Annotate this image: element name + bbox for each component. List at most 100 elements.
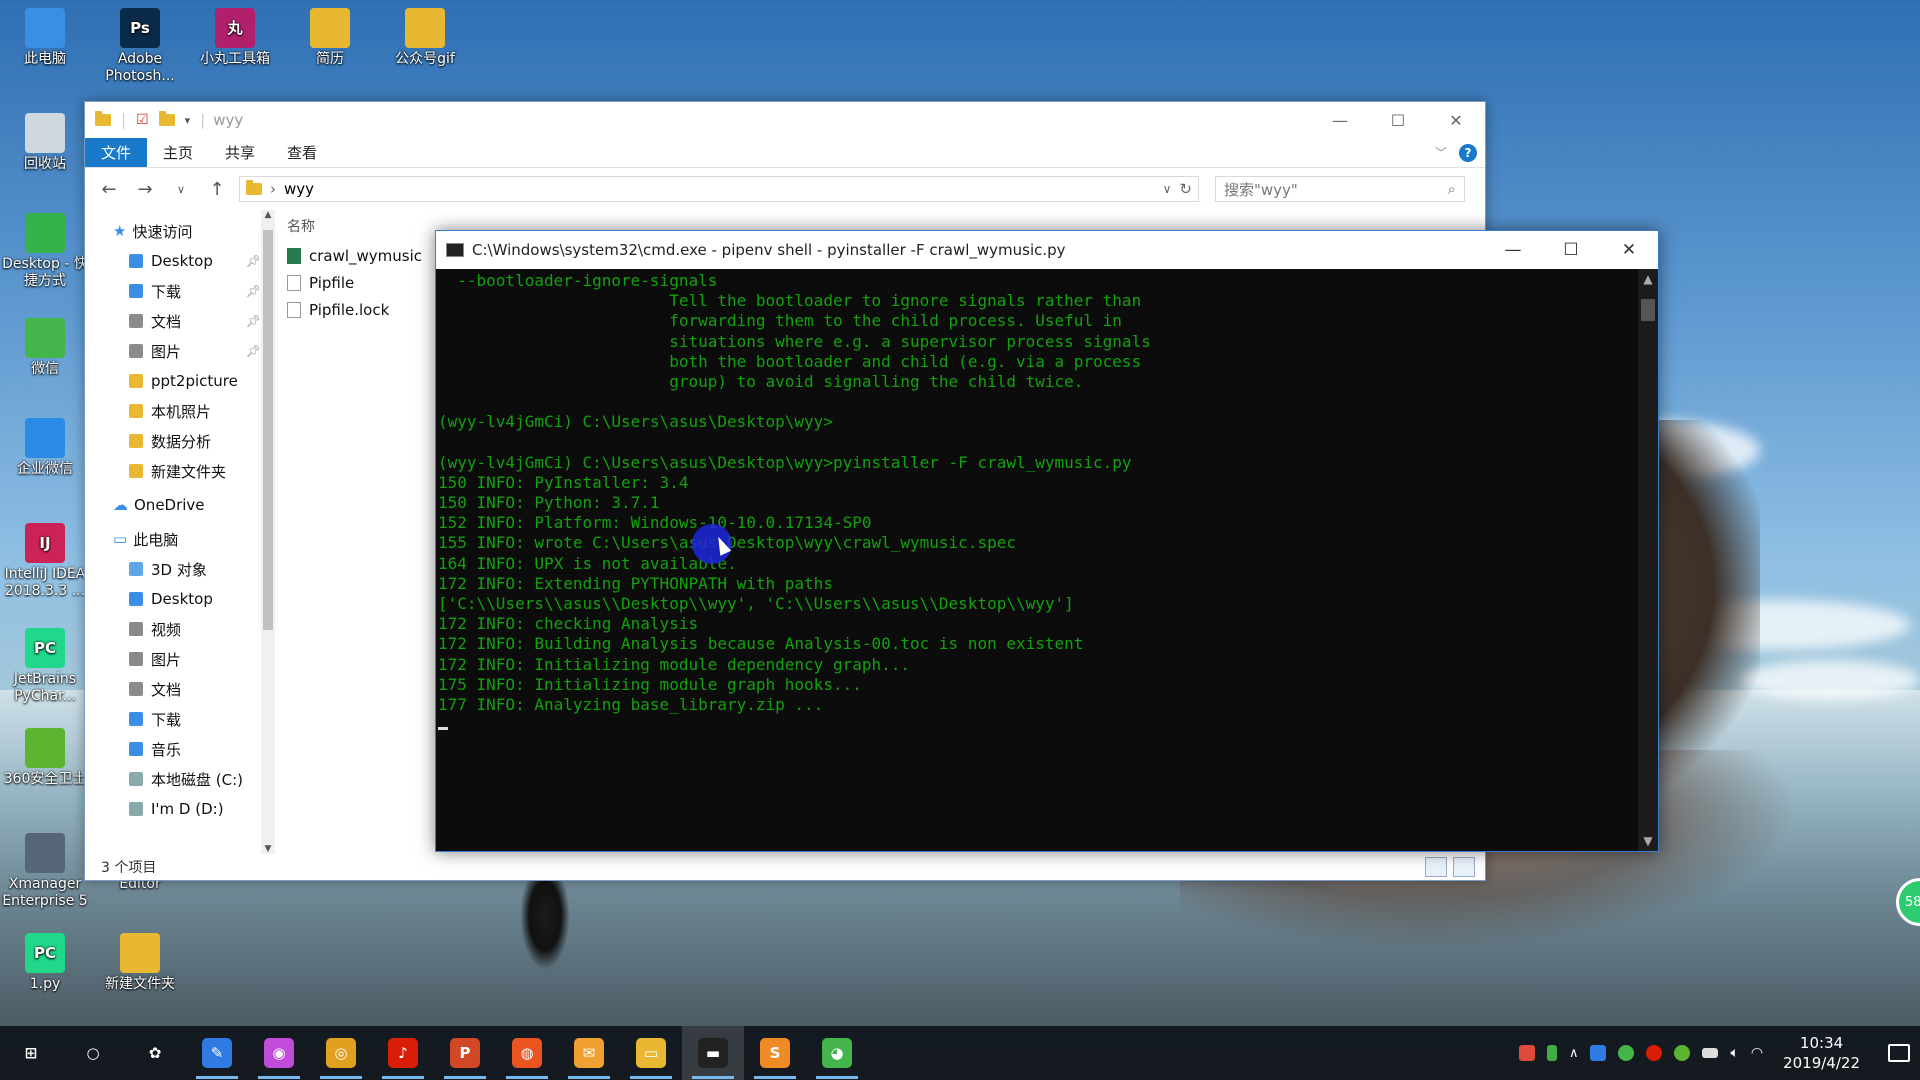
clock[interactable]: 10:34 2019/4/22 (1775, 1033, 1868, 1073)
nav-item[interactable]: 图片 (85, 644, 267, 674)
nav-onedrive[interactable]: ☁ OneDrive (85, 490, 267, 520)
explorer-titlebar[interactable]: | ☑ ▾ | wyy — ☐ ✕ (85, 102, 1485, 138)
scroll-thumb[interactable] (1641, 299, 1655, 321)
close-button[interactable]: ✕ (1427, 102, 1485, 138)
nav-item[interactable]: 本机照片 (85, 396, 267, 426)
tab-view[interactable]: 查看 (271, 138, 333, 167)
large-icons-view-button[interactable] (1453, 857, 1475, 877)
nav-item[interactable]: 文档 📌︎ (85, 306, 267, 336)
desktop-icon-4[interactable]: 公众号gif (380, 8, 470, 68)
tab-home[interactable]: 主页 (147, 138, 209, 167)
nav-item[interactable]: 音乐 (85, 734, 267, 764)
minimize-button[interactable]: — (1311, 102, 1369, 138)
nav-item[interactable]: 图片 📌︎ (85, 336, 267, 366)
cmd-window[interactable]: C:\Windows\system32\cmd.exe - pipenv she… (435, 230, 1659, 852)
desktop-icon-3[interactable]: 简历 (285, 8, 375, 68)
cmd-minimize-button[interactable]: — (1484, 231, 1542, 269)
nav-item[interactable]: 数据分析 (85, 426, 267, 456)
network-icon[interactable]: ◠ (1751, 1045, 1763, 1061)
nav-item[interactable]: 下载 📌︎ (85, 276, 267, 306)
maximize-button[interactable]: ☐ (1369, 102, 1427, 138)
desktop-icon-0[interactable]: 此电脑 (0, 8, 90, 68)
cortana-button[interactable]: ○ (62, 1026, 124, 1080)
start-button[interactable]: ⊞ (0, 1026, 62, 1080)
breadcrumb-wyy[interactable]: wyy (284, 180, 314, 198)
netease-tray-icon[interactable] (1646, 1045, 1663, 1061)
notepad-app[interactable]: ✉ (558, 1026, 620, 1080)
scroll-up-icon[interactable]: ▲ (1638, 269, 1658, 289)
360-tray-icon[interactable] (1674, 1045, 1691, 1061)
nav-item[interactable]: 视频 (85, 614, 267, 644)
nav-item[interactable]: 文档 (85, 674, 267, 704)
nav-item[interactable]: Desktop (85, 584, 267, 614)
cmd-scrollbar[interactable]: ▲ ▼ (1638, 269, 1658, 851)
details-view-button[interactable] (1425, 857, 1447, 877)
properties-icon[interactable]: ☑ (136, 112, 149, 128)
desktop-icon-10[interactable]: PC JetBrains PyChar... (0, 628, 90, 705)
expand-ribbon-icon[interactable]: ﹀ (1435, 144, 1447, 161)
desktop-icon-11[interactable]: 360安全卫士 (0, 728, 90, 788)
sublime-app[interactable]: S (744, 1026, 806, 1080)
up-button[interactable]: ↑ (203, 179, 231, 200)
refresh-icon[interactable]: ↻ (1179, 180, 1192, 198)
volume-icon[interactable]: 🔈︎ (1730, 1045, 1738, 1061)
feishu-app[interactable]: ✎ (186, 1026, 248, 1080)
column-name[interactable]: 名称 (287, 216, 417, 236)
desktop-icon-5[interactable]: 回收站 (0, 113, 90, 173)
sogou-icon[interactable] (1518, 1045, 1535, 1061)
tab-file[interactable]: 文件 (85, 138, 148, 167)
wechat-app[interactable]: ◕ (806, 1026, 868, 1080)
battery-icon[interactable] (1702, 1048, 1719, 1058)
cmd-titlebar[interactable]: C:\Windows\system32\cmd.exe - pipenv she… (436, 231, 1658, 269)
desktop-icon-6[interactable]: Desktop - 快捷方式 (0, 213, 90, 290)
nav-item[interactable]: ppt2picture (85, 366, 267, 396)
nav-item[interactable]: 新建文件夹 (85, 456, 267, 486)
nav-quick-access[interactable]: ★ 快速访问 (85, 216, 267, 246)
new-folder-icon[interactable] (158, 111, 175, 126)
nav-this-pc[interactable]: ▭ 此电脑 (85, 524, 267, 554)
console-output[interactable]: --bootloader-ignore-signals Tell the boo… (438, 269, 1638, 851)
forward-button[interactable]: → (131, 179, 159, 200)
library-folder-icon (129, 344, 143, 358)
cmd-app[interactable]: ▬ (682, 1026, 744, 1080)
desktop-icon-7[interactable]: 微信 (0, 318, 90, 378)
baidu-netdisk-app[interactable]: ✿ (124, 1026, 186, 1080)
desktop-icon-15[interactable]: 新建文件夹 (95, 933, 185, 993)
ppt-app[interactable]: P (434, 1026, 496, 1080)
desktop-icon-label: Adobe Photosh... (105, 51, 175, 84)
file-explorer-app[interactable]: ▭ (620, 1026, 682, 1080)
desktop-icon-9[interactable]: IJ IntelliJ IDEA 2018.3.3 ... (0, 523, 90, 600)
netease-music-app[interactable]: ♪ (372, 1026, 434, 1080)
cmd-maximize-button[interactable]: ☐ (1542, 231, 1600, 269)
desktop-icon-8[interactable]: 企业微信 (0, 418, 90, 478)
nav-item[interactable]: 下载 (85, 704, 267, 734)
desktop-icon-2[interactable]: 丸小丸工具箱 (190, 8, 280, 68)
recent-locations-icon[interactable]: ∨ (167, 183, 195, 196)
nav-item[interactable]: Desktop 📌︎ (85, 246, 267, 276)
desktop-icon-12[interactable]: Xmanager Enterprise 5 (0, 833, 90, 910)
wechat-tray-icon[interactable] (1618, 1045, 1635, 1061)
feishu-tray-icon[interactable] (1590, 1045, 1607, 1061)
console-line: 164 INFO: UPX is not available. (438, 553, 737, 573)
nav-item[interactable]: 3D 对象 (85, 554, 267, 584)
nav-item[interactable]: I'm D (D:) (85, 794, 267, 824)
ubuntu-app[interactable]: ◍ (496, 1026, 558, 1080)
library-folder-icon (129, 562, 143, 576)
color-app[interactable]: ◉ (248, 1026, 310, 1080)
scroll-down-icon[interactable]: ▼ (1638, 831, 1658, 851)
address-dropdown-icon[interactable]: ∨ (1163, 182, 1172, 196)
search-input[interactable]: 搜索"wyy" ⌕ (1215, 176, 1465, 202)
tab-share[interactable]: 共享 (209, 138, 271, 167)
help-icon[interactable]: ? (1459, 143, 1477, 162)
show-hidden-icons-icon[interactable]: ∧ (1569, 1046, 1579, 1061)
back-button[interactable]: ← (95, 179, 123, 200)
nav-item[interactable]: 本地磁盘 (C:) (85, 764, 267, 794)
action-center-icon[interactable] (1888, 1044, 1910, 1062)
desktop-icon-14[interactable]: PC 1.py (0, 933, 90, 993)
address-bar[interactable]: › wyy ∨ ↻ (239, 176, 1199, 202)
cmd-close-button[interactable]: ✕ (1600, 231, 1658, 269)
desktop-icon-1[interactable]: Ps Adobe Photosh... (95, 8, 185, 85)
chrome-app[interactable]: ◎ (310, 1026, 372, 1080)
customize-qat-icon[interactable]: ▾ (185, 114, 191, 127)
battery-app-icon[interactable] (1546, 1045, 1557, 1061)
